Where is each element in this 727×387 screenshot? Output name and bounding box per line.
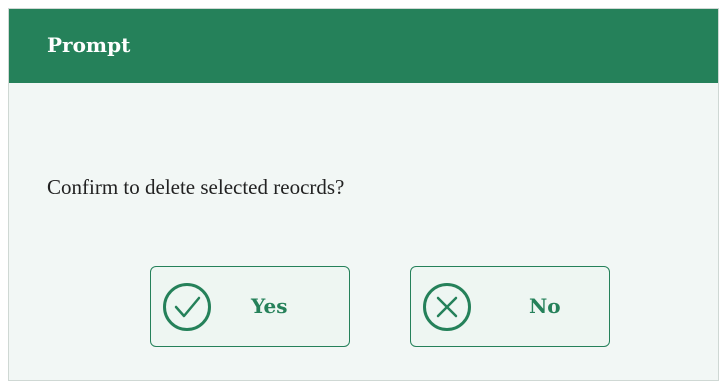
prompt-dialog: Prompt Confirm to delete selected reocrd… [8, 8, 719, 381]
no-button-label: No [529, 294, 561, 318]
dialog-titlebar: Prompt [9, 9, 718, 83]
yes-button[interactable]: Yes [150, 266, 350, 347]
x-circle-icon [423, 283, 471, 331]
dialog-title: Prompt [47, 33, 131, 57]
yes-button-label: Yes [251, 294, 288, 318]
dialog-message: Confirm to delete selected reocrds? [47, 175, 345, 199]
check-circle-icon [163, 283, 211, 331]
no-button[interactable]: No [410, 266, 610, 347]
